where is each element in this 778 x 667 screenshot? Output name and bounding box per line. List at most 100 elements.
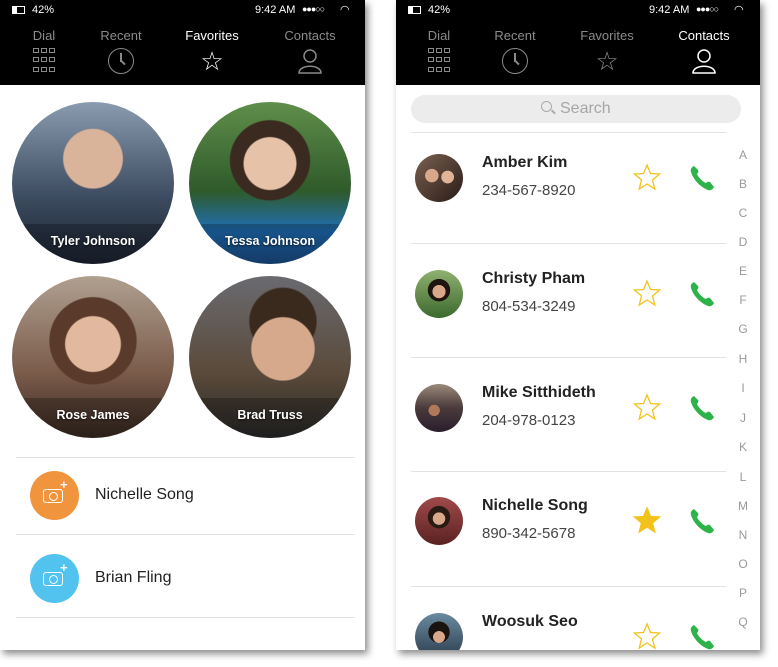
index-letter[interactable]: Q: [734, 615, 752, 629]
favorite-brad-truss[interactable]: Brad Truss: [189, 276, 351, 438]
index-letter[interactable]: J: [734, 411, 752, 425]
favorite-tyler-johnson[interactable]: Tyler Johnson: [12, 102, 174, 264]
avatar: [415, 384, 463, 432]
battery-icon: [408, 6, 421, 14]
call-icon[interactable]: [687, 279, 717, 309]
add-photo-avatar[interactable]: +: [30, 554, 79, 603]
tab-label: Dial: [427, 28, 451, 43]
contact-name: Amber Kim: [482, 154, 568, 171]
favorite-star-icon[interactable]: [633, 622, 661, 650]
favorite-list-item[interactable]: + Nichelle Song: [16, 458, 355, 534]
tab-recent[interactable]: Recent: [475, 28, 555, 74]
favorite-name: Brad Truss: [237, 408, 303, 422]
index-letter[interactable]: N: [734, 528, 752, 542]
index-letter[interactable]: L: [734, 470, 752, 484]
tab-label: Contacts: [284, 28, 336, 43]
contact-row[interactable]: Nichelle Song 890-342-5678: [396, 457, 726, 572]
favorite-name: Tyler Johnson: [50, 234, 136, 248]
star-icon: ☆: [200, 46, 224, 76]
favorite-tessa-johnson[interactable]: Tessa Johnson: [189, 102, 351, 264]
favorite-star-icon[interactable]: [633, 279, 661, 307]
divider: [16, 534, 355, 535]
index-letter[interactable]: K: [734, 440, 752, 454]
index-letter[interactable]: P: [734, 586, 752, 600]
person-icon: [297, 48, 323, 74]
contact-phone: 804-534-3249: [482, 298, 576, 315]
status-bar: 42% 9:42 AM ●●●○○ ◠: [396, 0, 760, 22]
tab-label: Recent: [100, 28, 142, 43]
top-bar: 42% 9:42 AM ●●●○○ ◠ Dial Recent Favorite…: [0, 0, 365, 85]
dialpad-icon: [33, 48, 59, 74]
status-time: 9:42 AM: [255, 4, 296, 16]
index-letter[interactable]: H: [734, 352, 752, 366]
contact-name: Nichelle Song: [482, 497, 588, 514]
tab-favorites[interactable]: Favorites ☆: [172, 28, 252, 74]
avatar: [415, 613, 463, 650]
status-time: 9:42 AM: [649, 4, 690, 16]
index-letter[interactable]: G: [734, 322, 752, 336]
favorite-list-name: Brian Fling: [95, 569, 172, 586]
call-icon[interactable]: [687, 506, 717, 536]
avatar: [415, 497, 463, 545]
tab-recent[interactable]: Recent: [81, 28, 161, 74]
person-icon: [691, 48, 717, 74]
status-bar: 42% 9:42 AM ●●●○○ ◠: [0, 0, 365, 22]
favorite-rose-james[interactable]: Rose James: [12, 276, 174, 438]
add-photo-avatar[interactable]: +: [30, 471, 79, 520]
index-letter[interactable]: F: [734, 293, 752, 307]
plus-icon: +: [60, 560, 68, 575]
tab-label: Contacts: [678, 28, 730, 43]
index-letter[interactable]: I: [734, 381, 752, 395]
signal-icon: ●●●○○: [302, 4, 325, 14]
battery-percent: 42%: [428, 4, 451, 16]
clock-icon: [108, 48, 134, 74]
favorite-star-icon[interactable]: [633, 393, 661, 421]
tab-label: Dial: [32, 28, 56, 43]
tab-favorites[interactable]: Favorites ☆: [567, 28, 647, 74]
call-icon[interactable]: [687, 622, 717, 650]
favorite-star-icon-filled[interactable]: [633, 506, 661, 534]
index-letter[interactable]: C: [734, 206, 752, 220]
call-icon[interactable]: [687, 393, 717, 423]
contact-row[interactable]: Christy Pham 804-534-3249: [396, 230, 726, 345]
favorite-name: Tessa Johnson: [224, 234, 316, 248]
contact-name: Mike Sitthideth: [482, 384, 596, 401]
avatar: [415, 270, 463, 318]
tab-label: Favorites: [185, 28, 239, 43]
tab-label: Recent: [494, 28, 536, 43]
index-letter[interactable]: E: [734, 264, 752, 278]
contact-row[interactable]: Amber Kim 234-567-8920: [396, 114, 726, 229]
contacts-screen: 42% 9:42 AM ●●●○○ ◠ Dial Recent Favorite…: [396, 0, 760, 650]
contact-name: Christy Pham: [482, 270, 586, 287]
contact-row[interactable]: Woosuk Seo: [396, 573, 726, 650]
top-bar: 42% 9:42 AM ●●●○○ ◠ Dial Recent Favorite…: [396, 0, 760, 85]
call-icon[interactable]: [687, 163, 717, 193]
tab-dial[interactable]: Dial: [4, 28, 84, 72]
avatar: [415, 154, 463, 202]
index-letter[interactable]: A: [734, 148, 752, 162]
index-letter[interactable]: B: [734, 177, 752, 191]
tab-dial[interactable]: Dial: [399, 28, 479, 72]
dialpad-icon: [428, 48, 454, 74]
wifi-icon: ◠: [734, 4, 744, 16]
index-letter[interactable]: D: [734, 235, 752, 249]
contact-phone: 890-342-5678: [482, 525, 576, 542]
favorite-star-icon[interactable]: [633, 163, 661, 191]
index-letter[interactable]: M: [734, 499, 752, 513]
battery-icon: [12, 6, 25, 14]
battery-percent: 42%: [32, 4, 55, 16]
contact-row[interactable]: Mike Sitthideth 204-978-0123: [396, 344, 726, 459]
tab-contacts[interactable]: Contacts: [664, 28, 744, 74]
clock-icon: [502, 48, 528, 74]
plus-icon: +: [60, 477, 68, 492]
divider: [16, 617, 355, 618]
wifi-icon: ◠: [340, 4, 350, 16]
index-letter[interactable]: O: [734, 557, 752, 571]
signal-icon: ●●●○○: [696, 4, 719, 14]
star-icon: ☆: [595, 46, 619, 76]
favorite-name: Rose James: [56, 408, 130, 422]
contact-phone: 234-567-8920: [482, 182, 576, 199]
tab-contacts[interactable]: Contacts: [270, 28, 350, 74]
favorite-list-item[interactable]: + Brian Fling: [16, 541, 355, 617]
favorite-list-name: Nichelle Song: [95, 486, 194, 503]
